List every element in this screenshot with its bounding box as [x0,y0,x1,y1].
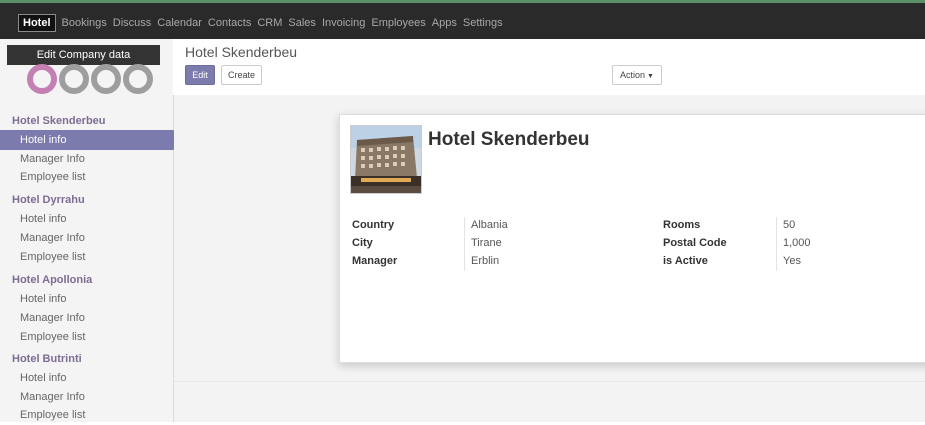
sidebar-item-employee-list[interactable]: Employee list [0,247,192,267]
sidebar-heading-skenderbeu: Hotel Skenderbeu [12,115,106,127]
label-is-active: is Active [663,255,708,267]
sidebar-heading-butrinti: Hotel Butrinti [12,353,82,365]
sidebar-item-manager-info[interactable]: Manager Info [0,387,192,407]
edit-button[interactable]: Edit [185,65,215,85]
caret-down-icon: ▼ [647,73,654,80]
edit-company-button[interactable]: Edit Company data [7,45,160,65]
sidebar: Edit Company data Hotel Skenderbeu Hotel… [0,39,192,422]
sidebar-item-employee-list[interactable]: Employee list [0,405,192,425]
form-sheet: Hotel Skenderbeu Country Albania City Ti… [339,114,925,363]
breadcrumb[interactable]: Hotel Skenderbeu [185,44,297,60]
menu-invoicing[interactable]: Invoicing [319,13,368,33]
value-rooms: 50 [783,219,796,231]
top-navbar: Hotel Bookings Discuss Calendar Contacts… [0,0,925,39]
value-country: Albania [471,219,508,231]
create-button[interactable]: Create [221,65,262,85]
menu-contacts[interactable]: Contacts [205,13,254,33]
sidebar-item-hotel-info[interactable]: Hotel info [0,209,192,229]
label-manager: Manager [352,255,398,267]
menu-sales[interactable]: Sales [285,13,319,33]
sidebar-item-manager-info[interactable]: Manager Info [0,308,192,328]
content-divider [174,381,925,382]
record-title: Hotel Skenderbeu [428,129,590,150]
sidebar-heading-dyrrahu: Hotel Dyrrahu [12,194,85,206]
field-divider [464,217,465,271]
sidebar-item-employee-list[interactable]: Employee list [0,327,192,347]
action-label: Action [620,70,646,80]
hotel-image [350,125,422,194]
menu-discuss[interactable]: Discuss [110,13,155,33]
value-is-active: Yes [783,255,801,267]
menu-settings[interactable]: Settings [460,13,506,33]
label-country: Country [352,219,395,231]
menu-apps[interactable]: Apps [429,13,460,33]
menu-employees[interactable]: Employees [368,13,428,33]
sidebar-item-hotel-info[interactable]: Hotel info [0,289,192,309]
menu-crm[interactable]: CRM [254,13,285,33]
menu-bookings[interactable]: Bookings [59,13,110,33]
label-city: City [352,237,373,249]
label-postal-code: Postal Code [663,237,727,249]
sidebar-item-manager-info[interactable]: Manager Info [0,228,192,248]
action-dropdown[interactable]: Action ▼ [612,65,662,85]
sidebar-heading-apollonia: Hotel Apollonia [12,274,93,286]
form-view-area: Hotel Skenderbeu Country Albania City Ti… [174,95,925,422]
company-logo [27,64,153,94]
control-panel: Hotel Skenderbeu Edit Create Action ▼ [173,39,925,96]
sidebar-item-hotel-info[interactable]: Hotel info [0,130,192,150]
menu-hotel[interactable]: Hotel [18,14,56,32]
top-menu: Hotel Bookings Discuss Calendar Contacts… [18,13,506,33]
value-postal-code: 1,000 [783,237,811,249]
sidebar-item-hotel-info[interactable]: Hotel info [0,368,192,388]
menu-calendar[interactable]: Calendar [154,13,205,33]
value-city: Tirane [471,237,502,249]
label-rooms: Rooms [663,219,701,231]
field-divider [776,217,777,271]
sidebar-item-employee-list[interactable]: Employee list [0,167,192,187]
sidebar-item-manager-info[interactable]: Manager Info [0,149,192,169]
value-manager: Erblin [471,255,500,267]
